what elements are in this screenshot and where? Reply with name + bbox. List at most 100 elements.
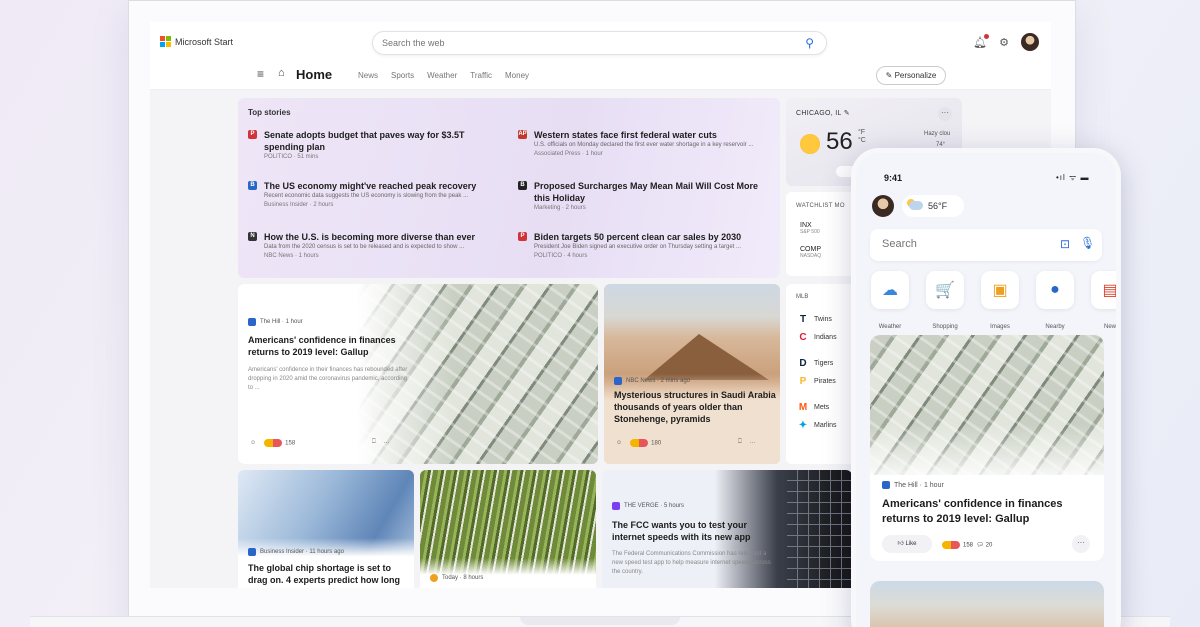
more-options-icon[interactable]: ··· xyxy=(938,107,952,121)
phone-mockup: 9:41 •ıl ᯤ ▬ 56°F ⊡ 🎙︎ ☁ Weather 🛒 Shoppin… xyxy=(851,148,1121,627)
card-source: THE VERGE · 5 hours xyxy=(612,502,684,510)
search-input[interactable] xyxy=(382,38,782,48)
hamburger-menu-icon[interactable]: ≡ xyxy=(257,67,264,81)
app-news[interactable]: ▤ New xyxy=(1090,271,1116,333)
weather-condition: Hazy clou xyxy=(924,131,951,137)
card-headline: Americans' confidence in finances return… xyxy=(248,335,396,357)
comments-value: 20 xyxy=(985,542,993,549)
news-card-gallup[interactable]: The Hill · 1 hour Americans' confidence … xyxy=(238,284,598,464)
team-row[interactable]: T Twins xyxy=(798,314,832,325)
avatar[interactable] xyxy=(1021,33,1039,51)
home-icon[interactable]: ⌂ xyxy=(278,67,285,79)
reaction-icon[interactable]: ☺ xyxy=(616,440,622,446)
card-source: Today · 8 hours xyxy=(430,574,483,582)
story-item[interactable]: P Senate adopts budget that paves way fo… xyxy=(248,129,503,162)
card-source: The Hill · 1 hour xyxy=(882,481,944,489)
news-card-fcc[interactable]: THE VERGE · 5 hours The FCC wants you to… xyxy=(602,470,852,588)
nav-link-weather[interactable]: Weather xyxy=(427,71,457,80)
avatar[interactable] xyxy=(872,195,894,217)
unit-c[interactable]: °C xyxy=(858,137,866,144)
business-insider-icon xyxy=(248,548,256,556)
search-icon[interactable]: ⚲ xyxy=(805,36,814,50)
brand-logo[interactable]: Microsoft Start xyxy=(160,36,233,47)
phone-search-box[interactable]: ⊡ 🎙︎ xyxy=(870,229,1102,261)
story-item[interactable]: N How the U.S. is becoming more diverse … xyxy=(248,231,503,261)
phone-news-card-2[interactable] xyxy=(870,581,1104,627)
ticker-name: NASDAQ xyxy=(800,253,822,259)
card-source-label: NBC News · 2 mins ago xyxy=(626,378,691,384)
card-actions: ⎕ ··· xyxy=(738,439,756,446)
story-headline: Western states face first federal water … xyxy=(534,130,717,140)
edit-icon[interactable]: ✎ xyxy=(844,110,850,117)
nav-link-sports[interactable]: Sports xyxy=(391,71,414,80)
nav-link-traffic[interactable]: Traffic xyxy=(470,71,492,80)
bookmark-icon[interactable]: ⎕ xyxy=(738,439,742,446)
microsoft-logo-icon xyxy=(160,36,171,47)
nav-link-money[interactable]: Money xyxy=(505,71,529,80)
story-item[interactable]: B The US economy might've reached peak r… xyxy=(248,180,503,210)
app-weather[interactable]: ☁ Weather xyxy=(870,271,910,333)
top-icons: 🔔︎ ⚙ xyxy=(973,33,1039,51)
team-row[interactable]: ✦ Marlins xyxy=(798,420,837,431)
team-name: Twins xyxy=(814,316,832,323)
politico-icon: P xyxy=(518,232,527,241)
phone-weather-pill[interactable]: 56°F xyxy=(902,195,964,217)
ticker-name: S&P 500 xyxy=(800,229,820,235)
more-icon[interactable]: ··· xyxy=(750,440,756,446)
weather-city-label: CHICAGO, IL xyxy=(796,110,842,117)
team-row[interactable]: M Mets xyxy=(798,402,829,413)
politico-icon: P xyxy=(248,130,257,139)
comment-icon[interactable]: 💬︎ xyxy=(976,543,984,549)
like-button[interactable]: 👍︎ Like xyxy=(882,535,932,553)
phone-search-input[interactable] xyxy=(882,238,1032,250)
story-item[interactable]: B Proposed Surcharges May Mean Mail Will… xyxy=(518,180,773,213)
nav-home[interactable]: Home xyxy=(296,67,332,82)
app-nearby[interactable]: ● Nearby xyxy=(1035,271,1075,333)
team-row[interactable]: D Tigers xyxy=(798,358,833,369)
more-icon[interactable]: ··· xyxy=(1072,535,1090,553)
card-footer: ☺ 158 xyxy=(250,439,295,447)
web-search-box[interactable]: ⚲ xyxy=(372,31,827,55)
card-snippet: Americans' confidence in their finances … xyxy=(248,367,408,391)
app-label: New xyxy=(1103,324,1116,330)
nav-bar: ≡ ⌂ Home News Sports Weather Traffic Mon… xyxy=(150,62,1051,90)
reactions-value: 158 xyxy=(963,542,974,549)
card-source-label: Today · 8 hours xyxy=(442,575,484,581)
bookmark-icon[interactable]: ⎕ xyxy=(372,439,376,446)
watchlist-row[interactable]: INX S&P 500 xyxy=(800,222,820,235)
card-actions: ⎕ ··· xyxy=(372,439,390,446)
cloud-icon xyxy=(909,201,923,210)
team-row[interactable]: C Indians xyxy=(798,332,836,343)
images-icon: ▣ xyxy=(981,271,1019,309)
card-headline: Americans' confidence in finances return… xyxy=(882,498,1063,525)
team-row[interactable]: P Pirates xyxy=(798,376,836,387)
today-icon xyxy=(430,574,438,582)
app-label: Weather xyxy=(878,324,902,330)
more-icon[interactable]: ··· xyxy=(384,440,390,446)
phone-news-card[interactable]: The Hill · 1 hour Americans' confidence … xyxy=(870,335,1104,561)
app-shopping[interactable]: 🛒 Shopping xyxy=(925,271,965,333)
news-card-chip[interactable]: Business Insider · 11 hours ago The glob… xyxy=(238,470,414,588)
the-hill-icon xyxy=(882,481,890,489)
visual-search-icon[interactable]: ⊡ xyxy=(1060,237,1070,251)
news-card-saudi[interactable]: NBC News · 2 mins ago Mysterious structu… xyxy=(604,284,780,464)
the-hill-icon xyxy=(248,318,256,326)
story-item[interactable]: AP Western states face first federal wat… xyxy=(518,129,773,159)
gear-icon[interactable]: ⚙ xyxy=(999,36,1009,49)
story-item[interactable]: P Biden targets 50 percent clean car sal… xyxy=(518,231,773,261)
nav-link-news[interactable]: News xyxy=(358,71,378,80)
watchlist-row[interactable]: COMP NASDAQ xyxy=(800,246,821,259)
business-insider-icon: B xyxy=(248,181,257,190)
reaction-icon[interactable]: ☺ xyxy=(250,440,256,446)
reaction-count: 158 xyxy=(264,439,295,447)
microphone-icon[interactable]: 🎙︎ xyxy=(1080,236,1095,250)
app-images[interactable]: ▣ Images xyxy=(980,271,1020,333)
shopping-cart-icon: 🛒 xyxy=(926,271,964,309)
unit-f[interactable]: °F xyxy=(858,129,865,136)
news-card-asparagus[interactable]: Today · 8 hours xyxy=(420,470,596,588)
personalize-button[interactable]: ✎ Personalize xyxy=(876,66,946,85)
notification-bell-icon[interactable]: 🔔︎ xyxy=(973,33,990,49)
top-bar: Microsoft Start ⚲ 🔔︎ ⚙ xyxy=(150,22,1051,62)
temp-units[interactable]: °F °C xyxy=(858,129,866,145)
emoji-reactions-icon xyxy=(630,439,649,447)
